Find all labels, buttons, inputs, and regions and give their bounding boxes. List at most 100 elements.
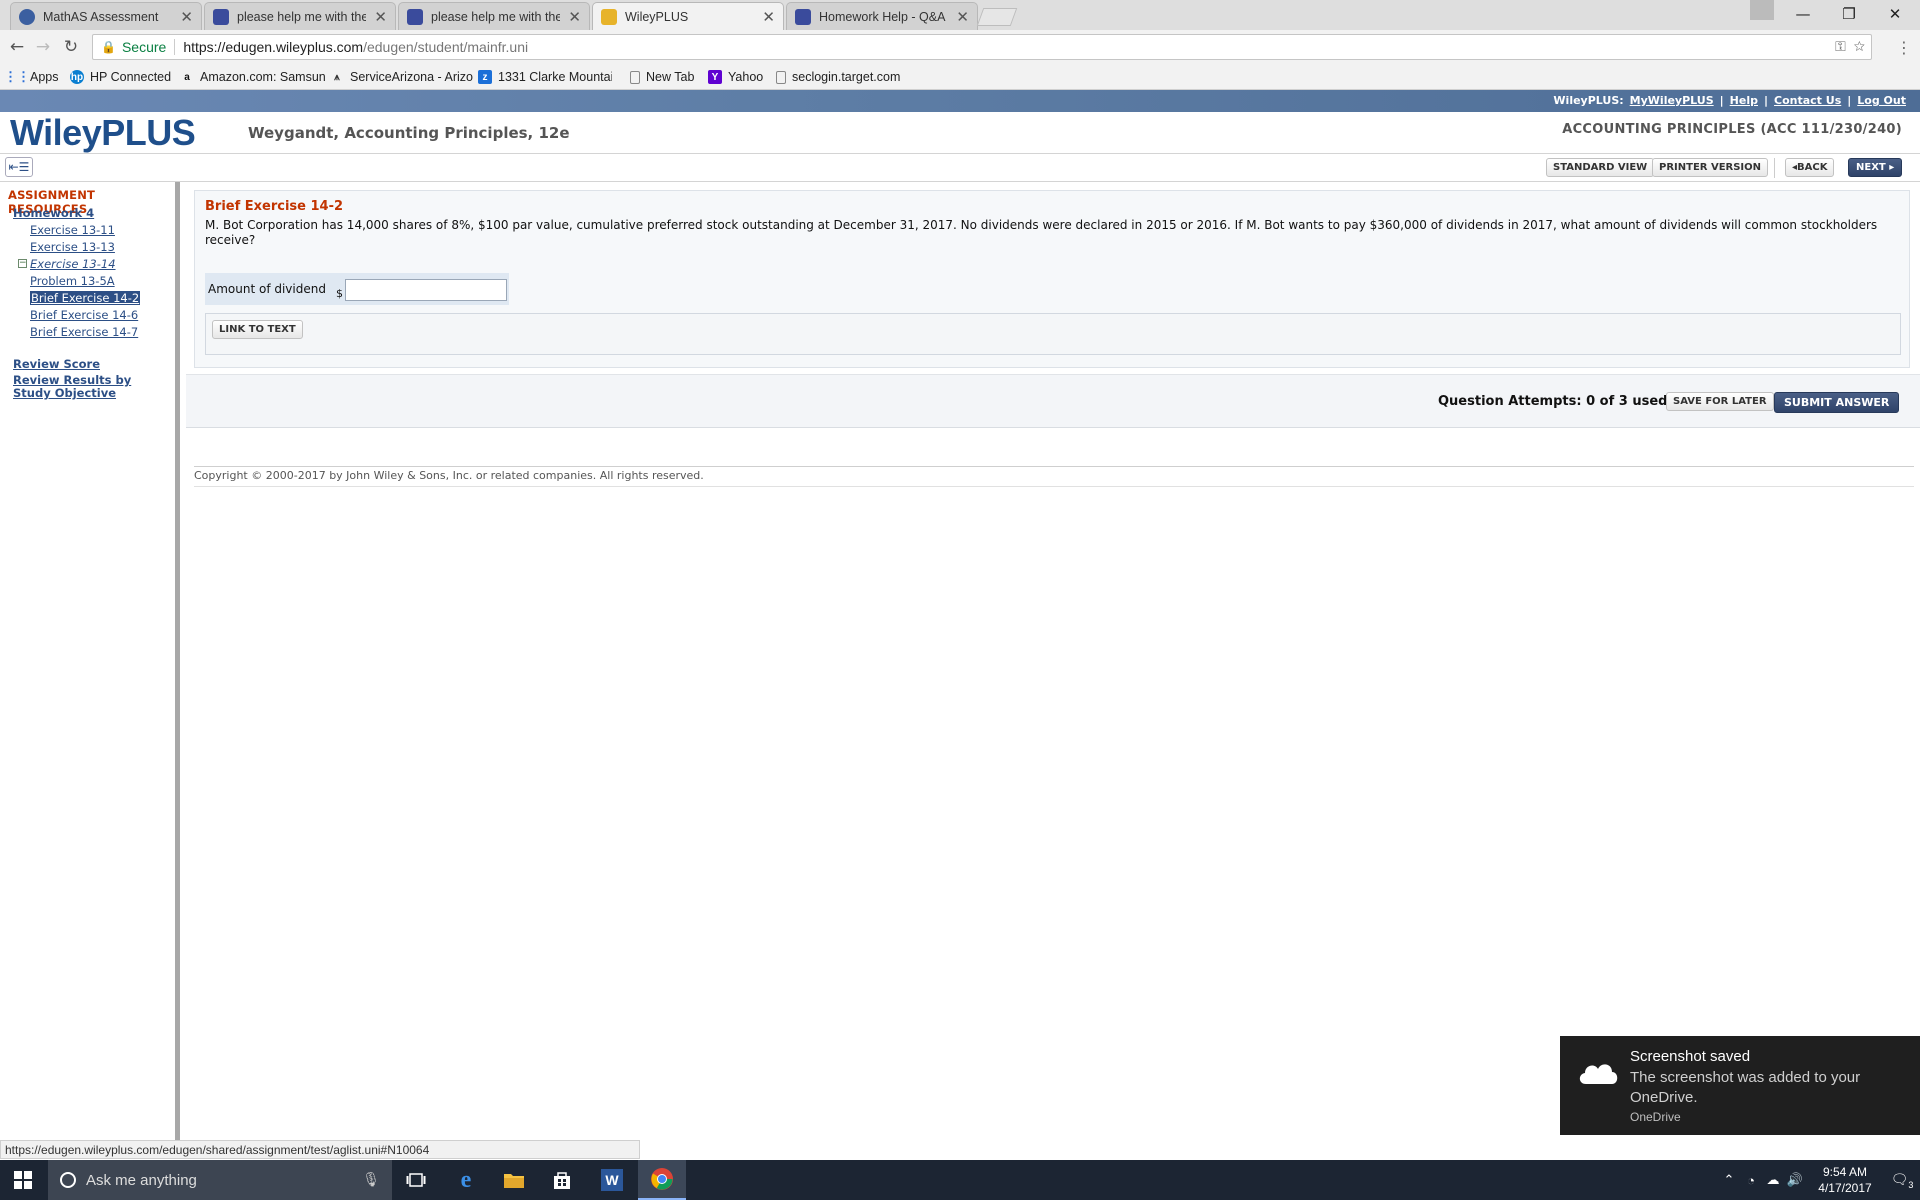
next-label: NEXT (1856, 162, 1886, 173)
review-score-link[interactable]: Review Score (13, 357, 100, 371)
help-link[interactable]: Help (1730, 94, 1758, 107)
bookmark-yahoo[interactable]: Y Yahoo (708, 69, 763, 85)
volume-icon[interactable]: 🔊 (1784, 1172, 1806, 1188)
task-view-button[interactable] (392, 1160, 440, 1200)
log-out-link[interactable]: Log Out (1857, 94, 1906, 107)
course-title: ACCOUNTING PRINCIPLES (ACC 111/230/240) (1562, 122, 1902, 137)
tab-title: Homework Help - Q&A f (819, 9, 949, 24)
sidebar-toggle-button[interactable]: ⇤☰ (5, 157, 33, 177)
profile-icon[interactable] (1750, 0, 1774, 20)
action-center-icon[interactable]: 🗨3 (1884, 1171, 1920, 1190)
book-title: Weygandt, Accounting Principles, 12e (248, 124, 570, 142)
onedrive-icon[interactable]: ☁ (1762, 1172, 1784, 1188)
start-button[interactable] (0, 1160, 46, 1200)
close-icon[interactable]: ✕ (956, 8, 969, 26)
notification-title: Screenshot saved (1630, 1048, 1751, 1065)
browser-tab-homework-help[interactable]: Homework Help - Q&A f ✕ (786, 2, 978, 30)
status-url: https://edugen.wileyplus.com/edugen/shar… (0, 1140, 640, 1159)
windows-taskbar: Ask me anything 🎙 e W ⌃ ◔ ☁ 🔊 9:54 AM 4/… (0, 1160, 1920, 1200)
mywileyplus-link[interactable]: MyWileyPLUS (1630, 94, 1714, 107)
standard-view-button[interactable]: STANDARD VIEW (1546, 158, 1655, 177)
cortana-search[interactable]: Ask me anything 🎙 (48, 1160, 392, 1200)
new-tab-button[interactable] (976, 8, 1018, 26)
page-icon (776, 70, 786, 84)
bookmark-hp-connected[interactable]: hp HP Connected (70, 69, 171, 85)
bookmark-star-icon[interactable]: ☆ (1854, 38, 1865, 54)
close-icon[interactable]: ✕ (568, 8, 581, 26)
hp-icon: hp (70, 70, 84, 84)
bookmark-label: ServiceArizona - Arizo (350, 70, 473, 84)
sidebar-homework-link[interactable]: Homework 4 (13, 206, 94, 220)
sidebar-item-brief-exercise-14-7[interactable]: Brief Exercise 14-7 (30, 325, 138, 339)
review-results-link[interactable]: Review Results by Study Objective (13, 374, 153, 400)
amazon-icon: a (184, 71, 190, 83)
link-to-text-box: LINK TO TEXT (205, 313, 1901, 355)
divider: | (1763, 94, 1769, 107)
address-bar[interactable]: 🔒 Secure https://edugen.wileyplus.com/ed… (92, 34, 1872, 60)
window-close-icon[interactable]: ✕ (1872, 0, 1918, 28)
bookmark-servicearizona[interactable]: ⩚ ServiceArizona - Arizo (330, 69, 473, 85)
tab-title: WileyPLUS (625, 9, 689, 24)
taskbar-chrome[interactable] (638, 1160, 686, 1200)
bookmark-target[interactable]: seclogin.target.com (776, 69, 900, 85)
key-icon[interactable]: ⚿ (1835, 38, 1846, 54)
next-button[interactable]: NEXT ▸ (1848, 158, 1903, 177)
back-button[interactable]: ◂ BACK (1785, 158, 1835, 177)
browser-tab-chegg-1[interactable]: please help me with the ✕ (204, 2, 396, 30)
sidebar-item-problem-13-5a[interactable]: Problem 13-5A (30, 274, 115, 288)
clock-date: 4/17/2017 (1818, 1181, 1872, 1195)
taskbar-edge[interactable]: e (442, 1160, 490, 1200)
sidebar-item-exercise-13-11[interactable]: Exercise 13-11 (30, 223, 115, 237)
contact-us-link[interactable]: Contact Us (1774, 94, 1841, 107)
browser-tab-wileyplus[interactable]: WileyPLUS ✕ (592, 2, 784, 30)
chevron-right-icon: ▸ (1885, 162, 1895, 173)
close-icon[interactable]: ✕ (762, 8, 775, 26)
restore-icon[interactable]: ❐ (1826, 0, 1872, 28)
wifi-icon[interactable]: ◔ (1740, 1173, 1762, 1188)
copyright-text: Copyright © 2000-2017 by John Wiley & So… (194, 467, 1914, 487)
close-icon[interactable]: ✕ (374, 8, 387, 26)
divider: | (1719, 94, 1724, 107)
taskbar-store[interactable] (538, 1160, 586, 1200)
browser-tab-mathas[interactable]: MathAS Assessment ✕ (10, 2, 202, 30)
wileyplus-logo[interactable]: WileyPLUS (10, 112, 196, 154)
action-bar: ⇤☰ STANDARD VIEW PRINTER VERSION ◂ BACK N… (0, 154, 1920, 182)
attempts-bar: Question Attempts: 0 of 3 used SAVE FOR … (186, 374, 1920, 428)
sidebar-item-exercise-13-14[interactable]: Exercise 13-14 (30, 257, 116, 271)
sidebar-item-brief-exercise-14-6[interactable]: Brief Exercise 14-6 (30, 308, 138, 322)
taskbar-word[interactable]: W (588, 1160, 636, 1200)
minimize-icon[interactable]: — (1780, 0, 1826, 28)
sidebar-item-brief-exercise-14-2[interactable]: Brief Exercise 14-2 (30, 291, 141, 305)
save-for-later-button[interactable]: SAVE FOR LATER (1666, 392, 1774, 411)
bookmark-new-tab[interactable]: New Tab (630, 69, 694, 85)
amount-of-dividend-input[interactable] (345, 279, 507, 301)
browser-tab-chegg-2[interactable]: please help me with the ✕ (398, 2, 590, 30)
wileyplus-topbar: WileyPLUS: MyWileyPLUS | Help | Contact Us… (0, 90, 1920, 112)
printer-version-button[interactable]: PRINTER VERSION (1652, 158, 1769, 177)
reload-icon[interactable]: ↻ (60, 37, 82, 57)
link-to-text-button[interactable]: LINK TO TEXT (212, 320, 303, 339)
clock[interactable]: 9:54 AM 4/17/2017 (1806, 1164, 1884, 1196)
bookmark-clarke-mountain[interactable]: z 1331 Clarke Mountair (478, 69, 612, 85)
sidebar-item-exercise-13-13[interactable]: Exercise 13-13 (30, 240, 115, 254)
microphone-icon[interactable]: 🎙 (362, 1171, 380, 1188)
submit-answer-button[interactable]: SUBMIT ANSWER (1774, 392, 1900, 413)
close-icon[interactable]: ✕ (180, 8, 193, 26)
collapse-toggle-icon[interactable]: − (18, 259, 27, 268)
forward-arrow-icon[interactable]: → (32, 37, 54, 57)
bookmark-apps[interactable]: ⋮⋮ Apps (4, 69, 59, 85)
bookmark-amazon[interactable]: a Amazon.com: Samsun (180, 69, 326, 85)
onedrive-notification[interactable]: Screenshot saved The screenshot was adde… (1560, 1036, 1920, 1135)
back-arrow-icon[interactable]: ← (6, 37, 28, 57)
tab-title: MathAS Assessment (43, 9, 159, 24)
taskbar-file-explorer[interactable] (490, 1160, 538, 1200)
divider: | (1847, 94, 1852, 107)
utility-links: WileyPLUS: MyWileyPLUS | Help | Contact Us… (1553, 94, 1906, 107)
browser-menu-icon[interactable]: ⋮ (1896, 38, 1912, 57)
notification-count: 3 (1908, 1179, 1914, 1190)
cloud-icon (1579, 1064, 1618, 1084)
chevron-up-icon[interactable]: ⌃ (1718, 1172, 1740, 1188)
notification-body: The screenshot was added to your OneDriv… (1630, 1069, 1861, 1106)
bookmark-label: Amazon.com: Samsun (200, 70, 326, 84)
yahoo-icon: Y (708, 70, 722, 84)
